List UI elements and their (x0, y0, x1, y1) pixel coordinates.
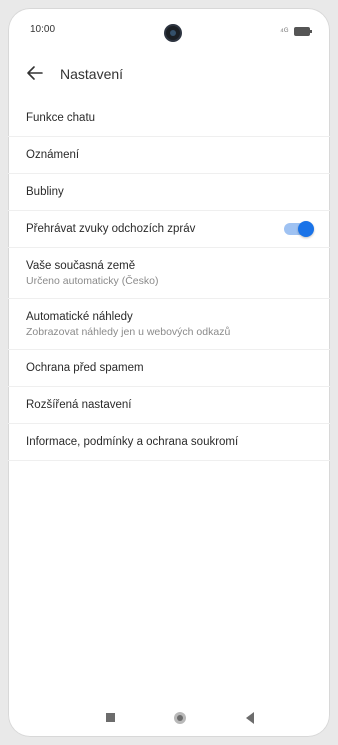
settings-item-subtitle: Určeno automaticky (Česko) (26, 274, 159, 287)
arrow-left-icon[interactable] (24, 62, 46, 84)
status-time: 10:00 (30, 24, 56, 35)
settings-item-notifications[interactable]: Oznámení (8, 137, 330, 174)
settings-item-advanced[interactable]: Rozšířená nastavení (8, 387, 330, 424)
settings-item-about-terms-privacy[interactable]: Informace, podmínky a ochrana soukromí (8, 424, 330, 461)
settings-item-bubbles[interactable]: Bubliny (8, 174, 330, 211)
app-bar: Nastavení (8, 58, 330, 94)
settings-item-chat-features[interactable]: Funkce chatu (8, 100, 330, 137)
signal-icon: ⁴ᴳ (280, 26, 289, 36)
settings-item-label: Informace, podmínky a ochrana soukromí (26, 436, 239, 448)
settings-item-outgoing-sounds[interactable]: Přehrávat zvuky odchozích zpráv (8, 211, 330, 248)
settings-item-label: Funkce chatu (26, 112, 96, 124)
home-icon[interactable] (174, 712, 186, 724)
arrow-left-icon-graphic (27, 66, 43, 80)
settings-item-label: Oznámení (26, 149, 80, 161)
settings-item-spam-protection[interactable]: Ochrana před spamem (8, 350, 330, 387)
phone-screen: 10:00 ⁴ᴳ Nastavení Funkce chatu Oznámení… (8, 8, 330, 737)
settings-item-label: Bubliny (26, 186, 64, 198)
settings-item-label: Ochrana před spamem (26, 362, 144, 374)
status-bar: 10:00 ⁴ᴳ (8, 8, 330, 48)
outgoing-sounds-toggle[interactable] (284, 221, 314, 237)
battery-icon (294, 27, 312, 36)
camera-cutout-icon (166, 26, 180, 40)
settings-item-auto-previews[interactable]: Automatické náhledy Zobrazovat náhledy j… (8, 299, 330, 350)
page-title: Nastavení (60, 66, 124, 82)
settings-item-label: Rozšířená nastavení (26, 399, 132, 411)
settings-list: Funkce chatu Oznámení Bubliny Přehrávat … (8, 100, 330, 461)
settings-item-current-country[interactable]: Vaše současná země Určeno automaticky (Č… (8, 248, 330, 299)
navigation-bar (8, 701, 330, 737)
back-triangle-icon[interactable] (246, 712, 254, 724)
recent-apps-icon[interactable] (106, 713, 115, 722)
settings-item-label: Přehrávat zvuky odchozích zpráv (26, 223, 196, 235)
settings-item-subtitle: Zobrazovat náhledy jen u webových odkazů (26, 325, 231, 338)
settings-item-label: Automatické náhledy (26, 310, 133, 323)
toggle-knob (298, 221, 314, 237)
settings-item-label: Vaše současná země (26, 259, 136, 272)
